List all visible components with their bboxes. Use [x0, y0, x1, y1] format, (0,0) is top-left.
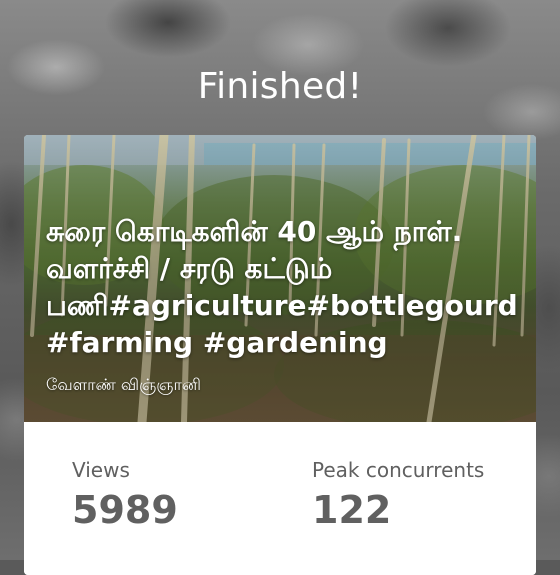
peak-concurrents-label: Peak concurrents	[312, 458, 485, 482]
video-title: சுரை கொடிகளின் 40 ஆம் நாள். வளர்ச்சி / ச…	[46, 215, 518, 359]
views-label: Views	[72, 458, 130, 482]
stats-panel: Views 5989 Peak concurrents 122	[24, 422, 536, 575]
views-value: 5989	[72, 488, 178, 532]
page-title: Finished!	[197, 66, 363, 107]
peak-concurrents-stat: Peak concurrents 122	[312, 458, 484, 532]
peak-concurrents-value: 122	[312, 488, 392, 532]
stream-summary-card: சுரை கொடிகளின் 40 ஆம் நாள். வளர்ச்சி / ச…	[24, 135, 536, 575]
channel-name: வேளாண் விஞ்ஞானி	[46, 375, 201, 394]
views-stat: Views 5989	[72, 458, 178, 532]
video-thumbnail[interactable]: சுரை கொடிகளின் 40 ஆம் நாள். வளர்ச்சி / ச…	[24, 135, 536, 422]
